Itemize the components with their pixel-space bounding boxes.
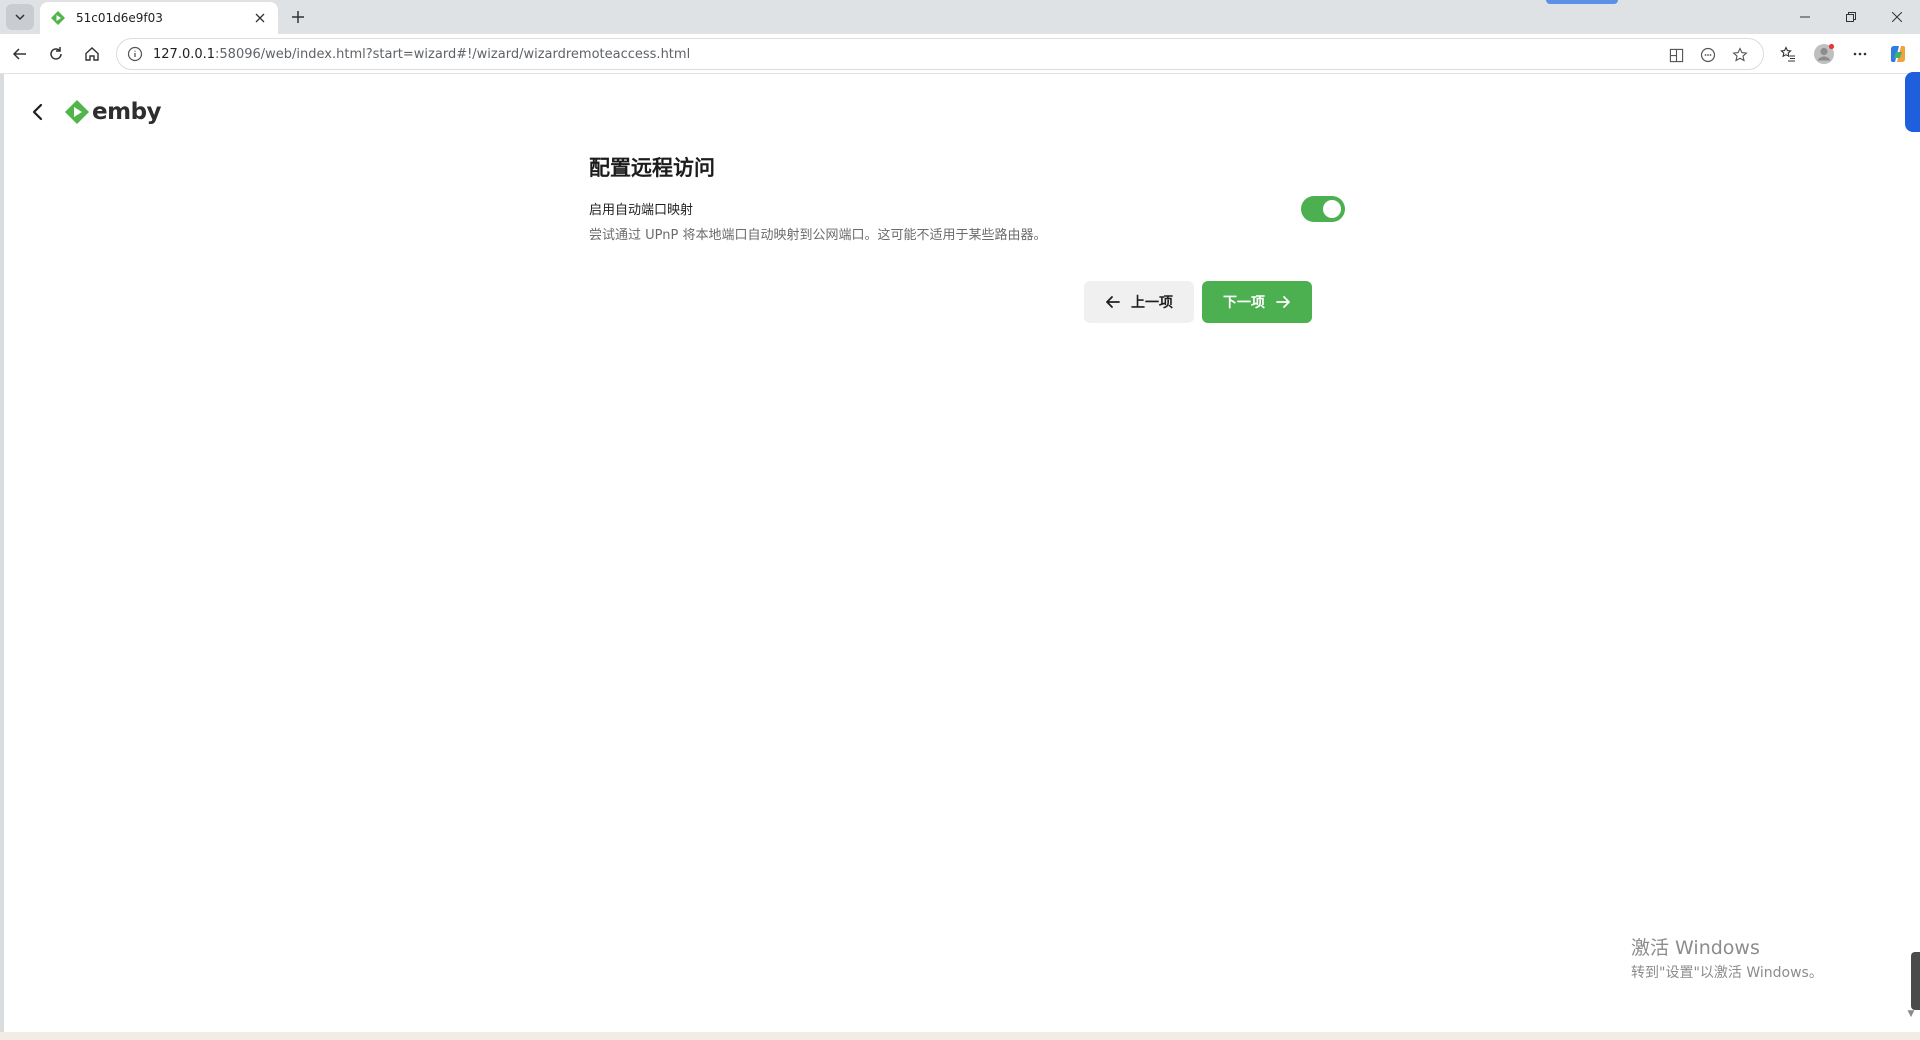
address-bar[interactable]: 127.0.0.1:58096/web/index.html?start=wiz… bbox=[116, 38, 1764, 70]
next-button-label: 下一项 bbox=[1223, 295, 1265, 311]
wizard-nav-buttons: 上一项 下一项 bbox=[1084, 281, 1312, 323]
previous-button-label: 上一项 bbox=[1131, 295, 1173, 311]
chevron-down-icon bbox=[15, 14, 25, 21]
emby-logo: emby bbox=[64, 98, 162, 126]
restore-button[interactable] bbox=[1828, 0, 1874, 34]
copilot-icon bbox=[1890, 46, 1906, 62]
window-controls bbox=[1782, 0, 1920, 34]
reading-mode-icon[interactable] bbox=[1699, 46, 1717, 64]
url-host: 127.0.0.1 bbox=[153, 46, 216, 62]
close-window-button[interactable] bbox=[1874, 0, 1920, 34]
tab-title: 51c01d6e9f03 bbox=[76, 11, 163, 25]
logo-wordmark: emby bbox=[92, 99, 162, 125]
url-text: 127.0.0.1:58096/web/index.html?start=wiz… bbox=[153, 47, 690, 62]
address-bar-actions bbox=[1667, 46, 1749, 64]
profile-button[interactable] bbox=[1810, 40, 1838, 68]
wizard-panel: 配置远程访问 启用自动端口映射 尝试通过 UPnP 将本地端口自动映射到公网端口… bbox=[589, 150, 1345, 252]
emby-favicon-icon bbox=[51, 11, 65, 25]
browser-tab-active[interactable]: 51c01d6e9f03 bbox=[40, 2, 278, 34]
edge-sidebar-widget[interactable] bbox=[1905, 72, 1920, 132]
page-scroll-gutter bbox=[1906, 74, 1920, 1032]
reload-button[interactable] bbox=[42, 40, 70, 68]
new-tab-button[interactable] bbox=[286, 5, 310, 29]
app-available-icon[interactable] bbox=[1667, 46, 1685, 64]
home-button[interactable] bbox=[78, 40, 106, 68]
windows-activation-watermark: 激活 Windows 转到"设置"以激活 Windows。 bbox=[1631, 935, 1823, 983]
copilot-button[interactable] bbox=[1884, 40, 1912, 68]
scrollbar-thumb[interactable] bbox=[1911, 952, 1920, 1010]
minimize-icon bbox=[1800, 16, 1810, 18]
page-title: 配置远程访问 bbox=[589, 156, 715, 180]
close-icon bbox=[1892, 12, 1902, 22]
home-icon bbox=[85, 47, 99, 61]
upnp-label: 启用自动端口映射 bbox=[589, 203, 694, 218]
chevron-left-icon bbox=[32, 103, 43, 121]
more-horizontal-icon bbox=[1853, 52, 1867, 56]
browser-toolbar: 127.0.0.1:58096/web/index.html?start=wiz… bbox=[0, 34, 1920, 74]
arrow-left-icon bbox=[1106, 296, 1120, 308]
wizard-back-button[interactable] bbox=[26, 100, 50, 124]
restore-icon bbox=[1846, 12, 1856, 22]
reload-icon bbox=[50, 47, 62, 60]
previous-button[interactable]: 上一项 bbox=[1084, 281, 1194, 323]
arrow-right-icon bbox=[1276, 296, 1290, 308]
watermark-subtitle: 转到"设置"以激活 Windows。 bbox=[1631, 965, 1823, 981]
arrow-left-icon bbox=[12, 48, 26, 60]
url-path: :58096/web/index.html?start=wizard#!/wiz… bbox=[215, 46, 691, 62]
tab-indicator bbox=[1546, 0, 1618, 4]
toggle-knob bbox=[1323, 200, 1341, 218]
settings-more-button[interactable] bbox=[1846, 40, 1874, 68]
bottom-edge bbox=[0, 1032, 1920, 1040]
info-icon[interactable] bbox=[127, 46, 143, 62]
back-button[interactable] bbox=[6, 40, 34, 68]
watermark-title: 激活 Windows bbox=[1631, 937, 1760, 959]
emby-logo-icon bbox=[65, 100, 89, 124]
favorite-star-icon[interactable] bbox=[1731, 46, 1749, 64]
tab-list-button[interactable] bbox=[6, 4, 34, 30]
upnp-toggle[interactable] bbox=[1301, 196, 1345, 222]
minimize-button[interactable] bbox=[1782, 0, 1828, 34]
upnp-setting: 启用自动端口映射 尝试通过 UPnP 将本地端口自动映射到公网端口。这可能不适用… bbox=[589, 196, 1345, 252]
tab-close-icon[interactable] bbox=[252, 10, 268, 26]
favorites-button[interactable] bbox=[1774, 40, 1802, 68]
plus-icon bbox=[292, 11, 304, 23]
favorites-list-icon bbox=[1780, 46, 1795, 62]
avatar-icon bbox=[1814, 43, 1835, 64]
tab-strip: 51c01d6e9f03 bbox=[0, 0, 1920, 34]
next-button[interactable]: 下一项 bbox=[1202, 281, 1312, 323]
upnp-description: 尝试通过 UPnP 将本地端口自动映射到公网端口。这可能不适用于某些路由器。 bbox=[589, 228, 1047, 243]
scroll-down-arrow-icon[interactable]: ▼ bbox=[1905, 1008, 1917, 1020]
